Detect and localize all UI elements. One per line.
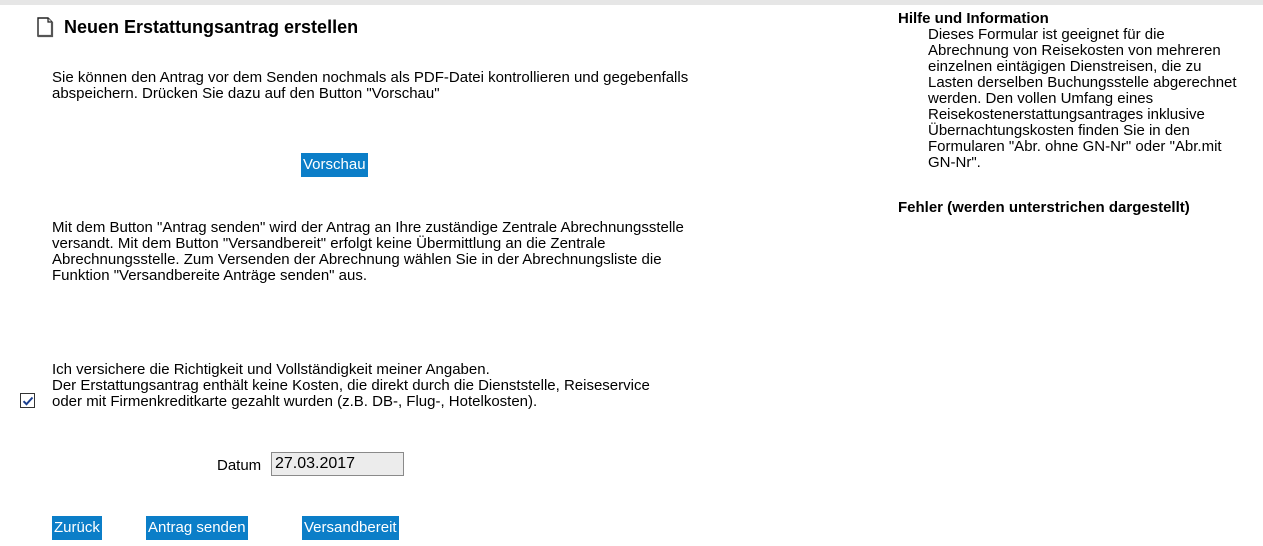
confirmation-line-2: Der Erstattungsantrag enthält keine Kost… <box>52 377 650 410</box>
date-field[interactable] <box>271 452 404 476</box>
document-icon <box>35 16 55 38</box>
help-title: Hilfe und Information <box>898 10 1049 27</box>
preview-button[interactable]: Vorschau <box>301 153 368 177</box>
help-text: Dieses Formular ist geeignet für die Abr… <box>928 26 1237 171</box>
confirmation-label: Ich versichere die Richtigkeit und Volls… <box>52 362 652 410</box>
page-title: Neuen Erstattungsantrag erstellen <box>64 17 359 37</box>
date-label: Datum <box>217 457 262 474</box>
preview-intro-text: Sie können den Antrag vor dem Senden noc… <box>52 69 689 102</box>
send-request-button[interactable]: Antrag senden <box>146 516 248 540</box>
send-info-text: Mit dem Button "Antrag senden" wird der … <box>52 219 684 284</box>
page: Neuen Erstattungsantrag erstellen Sie kö… <box>0 0 1263 546</box>
checkmark-icon <box>22 396 33 406</box>
confirmation-line-1: Ich versichere die Richtigkeit und Volls… <box>52 361 490 378</box>
confirmation-checkbox[interactable] <box>20 393 35 408</box>
errors-title: Fehler (werden unterstrichen dargestellt… <box>898 199 1190 216</box>
title-row: Neuen Erstattungsantrag erstellen <box>35 14 358 40</box>
main-form: Neuen Erstattungsantrag erstellen Sie kö… <box>0 0 860 546</box>
help-panel: Hilfe und Information Dieses Formular is… <box>898 10 1258 216</box>
back-button[interactable]: Zurück <box>52 516 102 540</box>
ready-to-send-button[interactable]: Versandbereit <box>302 516 399 540</box>
